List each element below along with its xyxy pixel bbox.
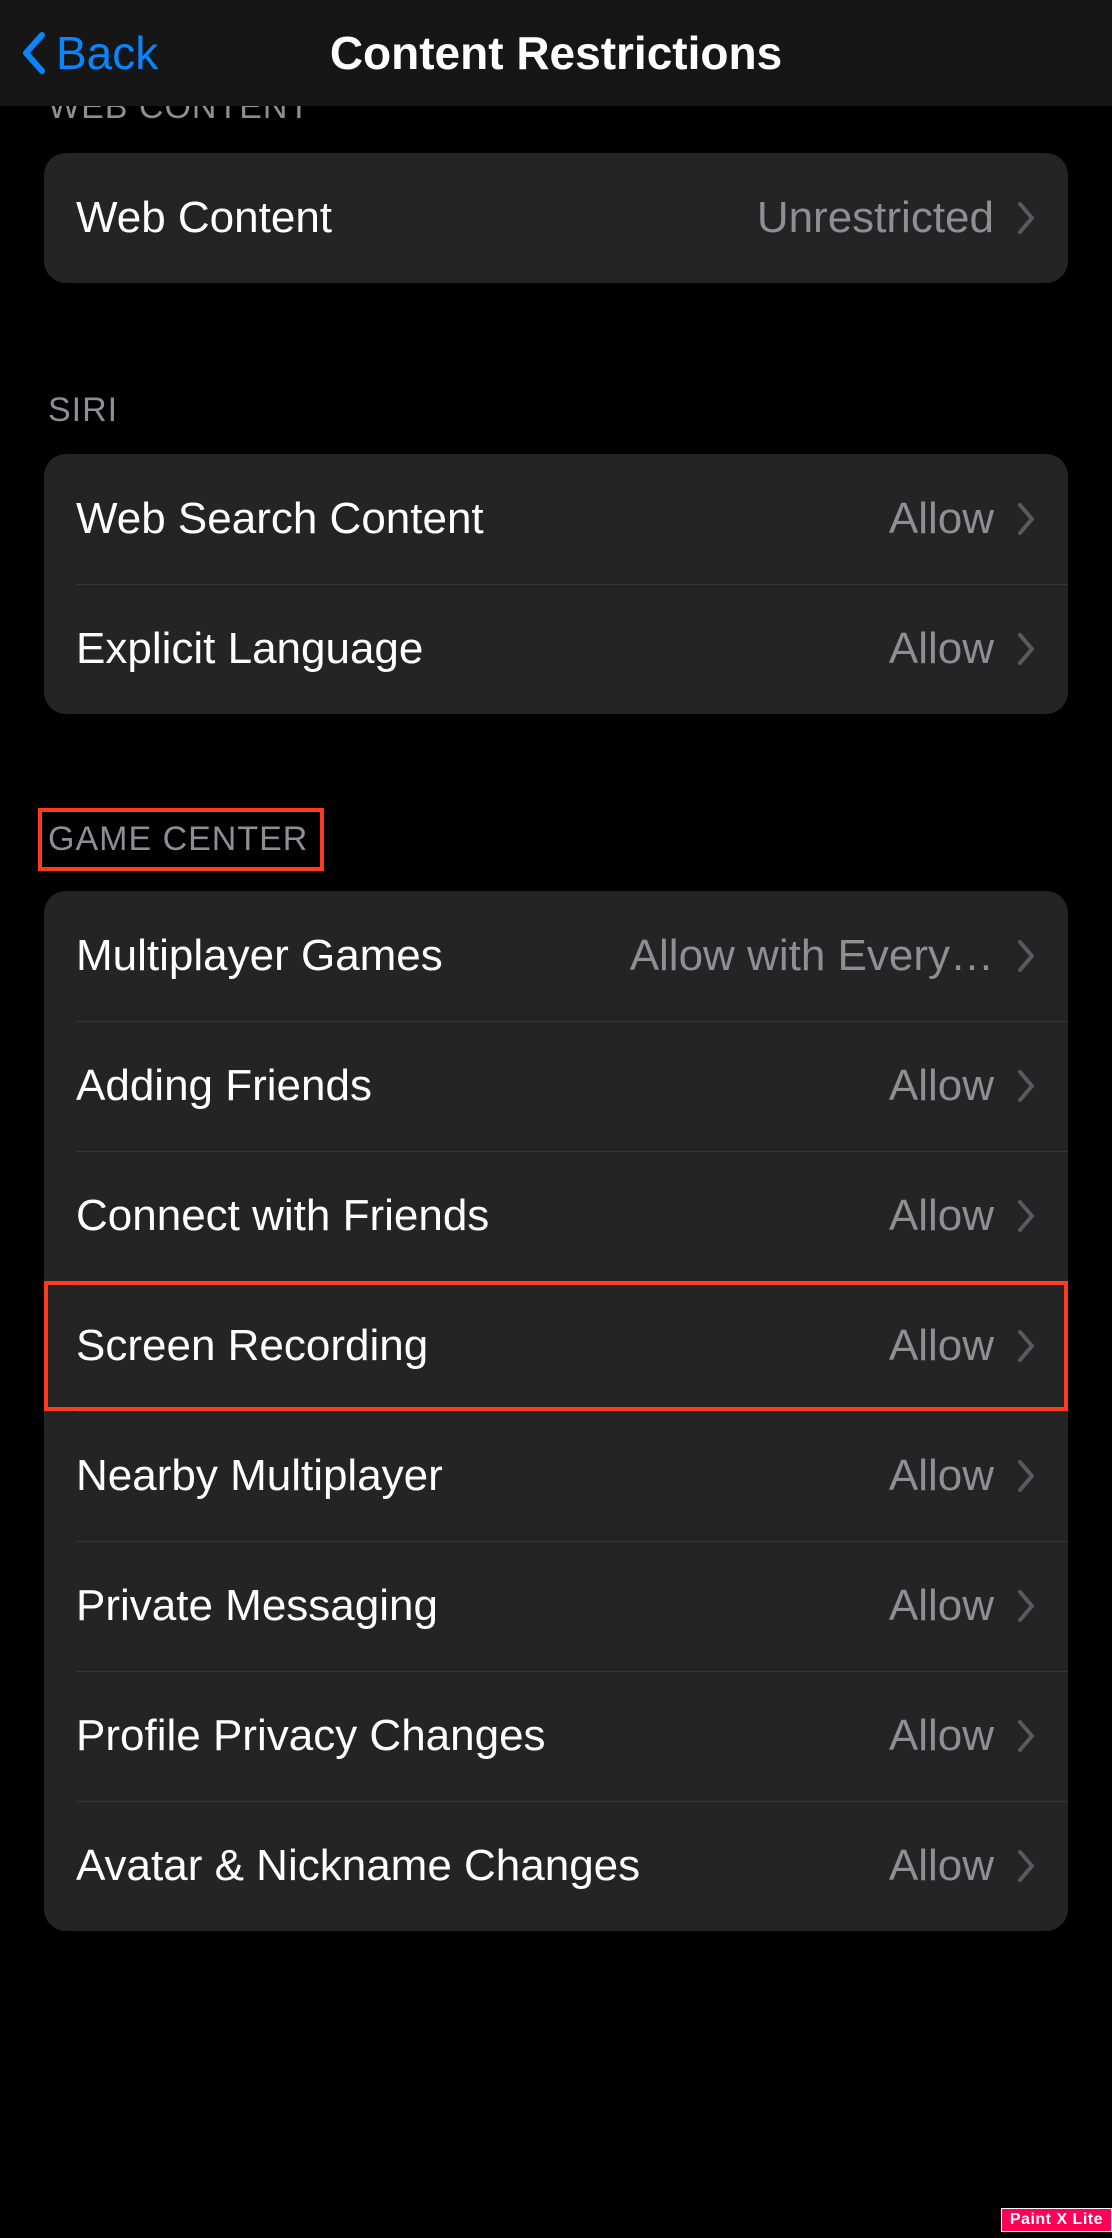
row-avatar-nickname-changes[interactable]: Avatar & Nickname Changes Allow bbox=[44, 1801, 1068, 1931]
section-header-game-center: GAME CENTER bbox=[38, 808, 324, 871]
group-siri: Web Search Content Allow Explicit Langua… bbox=[44, 454, 1068, 714]
row-value: Allow bbox=[889, 1451, 994, 1501]
back-label: Back bbox=[56, 26, 158, 80]
chevron-right-icon bbox=[1016, 1459, 1036, 1493]
row-web-content[interactable]: Web Content Unrestricted bbox=[44, 153, 1068, 283]
back-button[interactable]: Back bbox=[20, 26, 158, 80]
row-explicit-language[interactable]: Explicit Language Allow bbox=[44, 584, 1068, 714]
row-value: Allow with Every… bbox=[630, 931, 994, 981]
row-value: Allow bbox=[889, 1191, 994, 1241]
row-label: Web Content bbox=[76, 193, 757, 243]
section-header-siri: SIRI bbox=[44, 391, 1068, 430]
chevron-right-icon bbox=[1016, 201, 1036, 235]
row-profile-privacy-changes[interactable]: Profile Privacy Changes Allow bbox=[44, 1671, 1068, 1801]
chevron-left-icon bbox=[20, 31, 46, 75]
chevron-right-icon bbox=[1016, 1849, 1036, 1883]
row-value: Allow bbox=[889, 494, 994, 544]
row-label: Explicit Language bbox=[76, 624, 889, 674]
section-header-web-content: WEB CONTENT bbox=[44, 106, 1068, 127]
row-label: Web Search Content bbox=[76, 494, 889, 544]
group-web-content: Web Content Unrestricted bbox=[44, 153, 1068, 283]
row-multiplayer-games[interactable]: Multiplayer Games Allow with Every… bbox=[44, 891, 1068, 1021]
row-label: Nearby Multiplayer bbox=[76, 1451, 889, 1501]
row-value: Allow bbox=[889, 1711, 994, 1761]
row-label: Private Messaging bbox=[76, 1581, 889, 1631]
row-label: Connect with Friends bbox=[76, 1191, 889, 1241]
chevron-right-icon bbox=[1016, 1199, 1036, 1233]
chevron-right-icon bbox=[1016, 1719, 1036, 1753]
row-value: Allow bbox=[889, 1841, 994, 1891]
chevron-right-icon bbox=[1016, 502, 1036, 536]
chevron-right-icon bbox=[1016, 939, 1036, 973]
row-value: Unrestricted bbox=[757, 193, 994, 243]
row-label: Multiplayer Games bbox=[76, 931, 630, 981]
row-value: Allow bbox=[889, 1061, 994, 1111]
row-connect-with-friends[interactable]: Connect with Friends Allow bbox=[44, 1151, 1068, 1281]
row-label: Screen Recording bbox=[76, 1321, 889, 1371]
row-value: Allow bbox=[889, 1581, 994, 1631]
chevron-right-icon bbox=[1016, 1069, 1036, 1103]
watermark: Paint X Lite bbox=[1001, 2208, 1112, 2232]
row-adding-friends[interactable]: Adding Friends Allow bbox=[44, 1021, 1068, 1151]
row-value: Allow bbox=[889, 624, 994, 674]
page-title: Content Restrictions bbox=[0, 26, 1112, 80]
content-scroll[interactable]: WEB CONTENT Web Content Unrestricted SIR… bbox=[0, 106, 1112, 2238]
chevron-right-icon bbox=[1016, 632, 1036, 666]
group-game-center: Multiplayer Games Allow with Every… Addi… bbox=[44, 891, 1068, 1931]
row-label: Avatar & Nickname Changes bbox=[76, 1841, 889, 1891]
row-screen-recording[interactable]: Screen Recording Allow bbox=[44, 1281, 1068, 1411]
row-nearby-multiplayer[interactable]: Nearby Multiplayer Allow bbox=[44, 1411, 1068, 1541]
chevron-right-icon bbox=[1016, 1589, 1036, 1623]
row-web-search-content[interactable]: Web Search Content Allow bbox=[44, 454, 1068, 584]
row-label: Adding Friends bbox=[76, 1061, 889, 1111]
chevron-right-icon bbox=[1016, 1329, 1036, 1363]
row-value: Allow bbox=[889, 1321, 994, 1371]
row-label: Profile Privacy Changes bbox=[76, 1711, 889, 1761]
navigation-bar: Back Content Restrictions bbox=[0, 0, 1112, 106]
row-private-messaging[interactable]: Private Messaging Allow bbox=[44, 1541, 1068, 1671]
